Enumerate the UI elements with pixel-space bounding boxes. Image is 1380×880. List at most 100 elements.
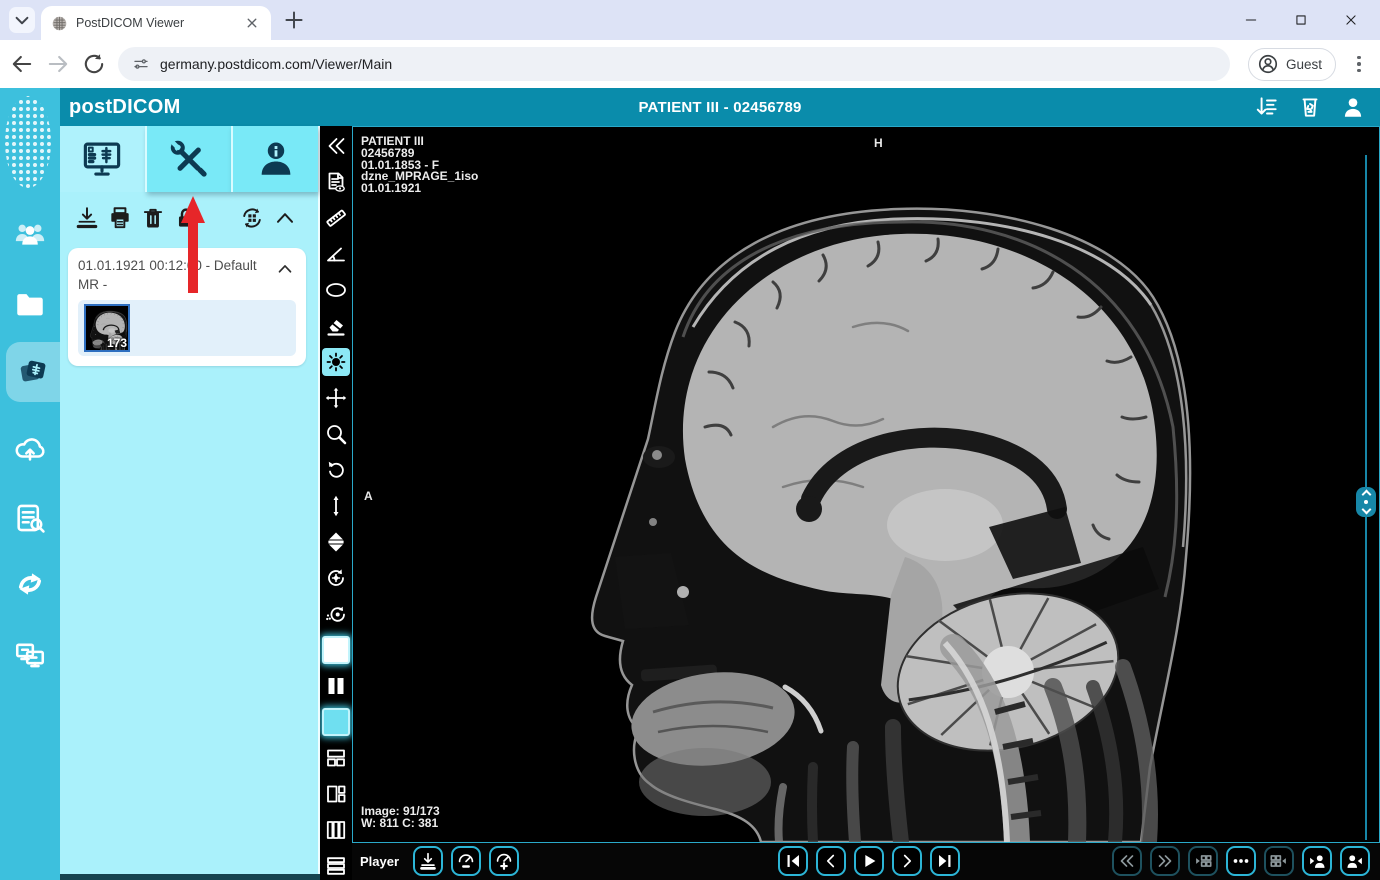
rail-item-share[interactable]: [0, 630, 60, 678]
maximize-button[interactable]: [1294, 13, 1308, 27]
double-chevron-right-icon: [1158, 855, 1172, 867]
cloud-upload-icon: [15, 438, 45, 461]
collapse-panel-button[interactable]: [272, 205, 298, 231]
user-icon: [1344, 98, 1362, 117]
more-options-button[interactable]: [1226, 846, 1256, 876]
url-bar[interactable]: germany.postdicom.com/Viewer/Main: [118, 47, 1230, 81]
profile-button[interactable]: Guest: [1248, 47, 1337, 81]
ellipse-tool-button[interactable]: [322, 276, 350, 304]
previous-patient-button[interactable]: [1302, 846, 1332, 876]
reload-button[interactable]: [80, 50, 108, 78]
chevron-right-icon: [903, 854, 912, 868]
eraser-tool-button[interactable]: [322, 312, 350, 340]
skip-first-icon: [787, 855, 799, 867]
browser-tab[interactable]: PostDICOM Viewer: [41, 6, 271, 40]
image-viewport[interactable]: PATIENT III 02456789 01.01.1853 - F dzne…: [352, 126, 1380, 843]
url-text: germany.postdicom.com/Viewer/Main: [160, 56, 393, 72]
tab-viewer[interactable]: [60, 126, 145, 192]
recycle-bin-button[interactable]: [1297, 94, 1323, 120]
reset-gear-icon: [328, 569, 344, 586]
next-layout-button[interactable]: [1264, 846, 1294, 876]
series-group-card[interactable]: 01.01.1921 00:12:00 - Default MR - 173: [68, 248, 306, 366]
magnifier-icon: [327, 425, 347, 445]
eraser-icon: [327, 320, 345, 336]
sort-button[interactable]: [1254, 94, 1280, 120]
double-chevron-left-icon: [1120, 855, 1134, 867]
reload-icon: [84, 54, 104, 74]
orientation-marker-top: H: [874, 136, 883, 150]
series-thumbnail[interactable]: 173: [84, 304, 130, 352]
avatar-icon: [1258, 54, 1278, 74]
trash-icon: [143, 208, 163, 228]
rotate-tool-button[interactable]: [322, 456, 350, 484]
layout-1x1-button[interactable]: [322, 636, 350, 664]
stack-scroll-button[interactable]: [322, 528, 350, 556]
pan-tool-button[interactable]: [322, 384, 350, 412]
speed-up-button[interactable]: [489, 846, 520, 876]
vertical-scroll-button[interactable]: [322, 492, 350, 520]
collapse-series-button[interactable]: [274, 258, 296, 280]
cine-download-button[interactable]: [413, 846, 444, 876]
play-button[interactable]: [854, 846, 884, 876]
chevron-left-icon: [826, 854, 835, 868]
layout-3col-button[interactable]: [322, 816, 350, 844]
layout-sync-button[interactable]: [239, 205, 265, 231]
sync-icon: [18, 573, 42, 595]
next-patient-button[interactable]: [1340, 846, 1370, 876]
delete-button[interactable]: [140, 205, 166, 231]
next-image-button[interactable]: [892, 846, 922, 876]
close-window-button[interactable]: [1344, 13, 1358, 27]
tab-search-button[interactable]: [9, 7, 35, 33]
browser-tab-strip: PostDICOM Viewer: [0, 0, 1380, 40]
layout-3row-button[interactable]: [322, 852, 350, 880]
lock-button[interactable]: [173, 205, 199, 231]
print-button[interactable]: [107, 205, 133, 231]
previous-image-button[interactable]: [816, 846, 846, 876]
last-image-button[interactable]: [930, 846, 960, 876]
back-button[interactable]: [8, 50, 36, 78]
layout-active-button[interactable]: [322, 708, 350, 736]
reset-view-button[interactable]: [322, 564, 350, 592]
layout-1x2-button[interactable]: [322, 672, 350, 700]
window-level-tool-button[interactable]: [322, 348, 350, 376]
angle-tool-button[interactable]: [322, 240, 350, 268]
tools-icon: [170, 140, 207, 177]
patient-title: PATIENT III - 02456789: [638, 98, 802, 116]
first-image-button[interactable]: [778, 846, 808, 876]
rail-item-folders[interactable]: [0, 280, 60, 328]
auto-gear-icon: [326, 606, 345, 622]
previous-series-button[interactable]: [1112, 846, 1142, 876]
rail-item-sync[interactable]: [0, 560, 60, 608]
ruler-tool-button[interactable]: [322, 204, 350, 232]
layout-2-1-button[interactable]: [322, 780, 350, 808]
new-tab-button[interactable]: [281, 7, 307, 33]
report-view-button[interactable]: [322, 168, 350, 196]
zoom-tool-button[interactable]: [322, 420, 350, 448]
tab-patient-info[interactable]: [231, 126, 319, 192]
next-series-button[interactable]: [1150, 846, 1180, 876]
collapse-toolbar-button[interactable]: [322, 132, 350, 160]
prior-layout-button[interactable]: [1188, 846, 1218, 876]
image-scroll-thumb[interactable]: [1356, 487, 1376, 517]
user-button[interactable]: [1340, 94, 1366, 120]
rail-item-patients[interactable]: [0, 210, 60, 258]
forward-button[interactable]: [44, 50, 72, 78]
tab-title: PostDICOM Viewer: [76, 16, 185, 30]
tab-tools[interactable]: [144, 126, 232, 192]
rail-item-search-list[interactable]: [0, 494, 60, 542]
search-list-icon: [17, 504, 45, 533]
minimize-button[interactable]: [1244, 13, 1258, 27]
rail-item-studies[interactable]: [6, 342, 60, 402]
studies-icon: [20, 360, 46, 382]
speed-down-button[interactable]: [451, 846, 482, 876]
series-group-title: 01.01.1921 00:12:00 - Default: [78, 258, 257, 273]
auto-window-button[interactable]: [322, 600, 350, 628]
download-button[interactable]: [74, 205, 100, 231]
browser-menu-button[interactable]: [1350, 55, 1368, 73]
layout-3-rows-icon: [327, 857, 345, 875]
rail-item-upload[interactable]: [0, 424, 60, 472]
double-chevron-left-icon: [328, 138, 345, 154]
angle-icon: [327, 247, 345, 262]
layout-1-2-button[interactable]: [322, 744, 350, 772]
tab-close-button[interactable]: [243, 14, 261, 32]
